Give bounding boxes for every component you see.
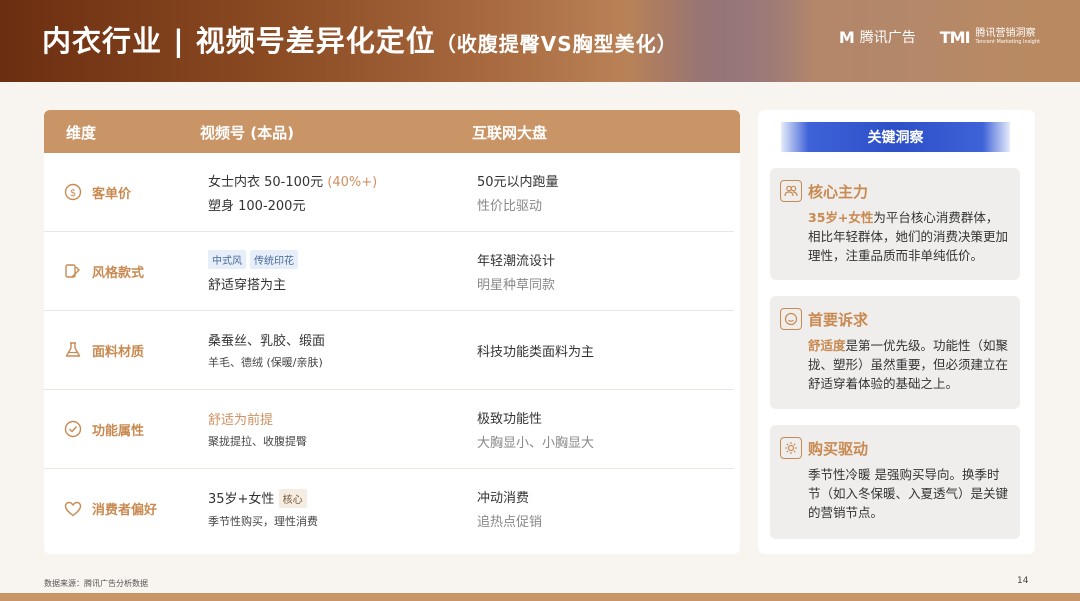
- internet-line2: 性价比驱动: [477, 198, 543, 214]
- tmi-logo-text: 腾讯营销洞察: [975, 28, 1036, 39]
- header-banner: 内衣行业 | 视频号差异化定位（收腹提臀VS胸型美化） M 腾讯广告 TMI 腾…: [0, 0, 1080, 82]
- svg-text:$: $: [70, 188, 76, 199]
- header-dimension: 维度: [66, 124, 97, 142]
- internet-line1: 极致功能性: [477, 411, 543, 427]
- channel-line1: 舒适为前提: [208, 413, 274, 428]
- tmi-logo: TMI 腾讯营销洞察 Tencent Marketing Insight: [940, 28, 1040, 47]
- dimension-label: 面料材质: [92, 344, 145, 360]
- tencent-ads-logo-mark: M: [838, 27, 855, 47]
- share-note: (40%+): [327, 174, 378, 190]
- check-circle-icon: [64, 420, 82, 438]
- internet-line1: 冲动消费: [477, 491, 530, 506]
- sun-icon: [780, 437, 802, 459]
- channel-line1: 35岁+女性: [208, 492, 275, 507]
- insight-text: 季节性冷暖 是强购买导向。换季时节（如入冬保暖、入夏透气）是关键的营销节点。: [808, 467, 1009, 520]
- style-tag: 中式风: [208, 250, 246, 269]
- tencent-ads-logo-text: 腾讯广告: [859, 30, 916, 46]
- dollar-icon: $: [64, 183, 82, 201]
- channel-line2: 季节性购买，理性消费: [208, 515, 318, 528]
- dimension-label: 功能属性: [92, 423, 145, 439]
- table-row: 风格款式 中式风 传统印花 舒适穿搭为主 年轻潮流设计 明星种草同款: [44, 232, 734, 311]
- insight-box-core: 核心主力 35岁+女性为平台核心消费群体，相比年轻群体，她们的消费决策更加理性，…: [770, 168, 1020, 280]
- dimension-label: 消费者偏好: [92, 503, 158, 518]
- internet-line2: 追热点促销: [477, 515, 543, 530]
- page-subtitle: （收腹提臀VS胸型美化）: [435, 32, 678, 56]
- insight-highlight: 35岁+女性: [808, 210, 874, 225]
- insight-box-priority: 首要诉求 舒适度是第一优先级。功能性（如聚拢、塑形）虽然重要，但必须建立在舒适穿…: [770, 296, 1020, 409]
- header-internet: 互联网大盘: [472, 124, 548, 142]
- internet-line2: 大胸显小、小胸显大: [477, 435, 595, 451]
- insight-highlight: 舒适度: [808, 338, 846, 353]
- users-icon: [780, 180, 802, 202]
- core-tag: 核心: [278, 489, 307, 508]
- table-row: 功能属性 舒适为前提 聚拢提拉、收腹提臀 极致功能性 大胸显小、小胸显大: [44, 390, 734, 469]
- tencent-ads-logo: M 腾讯广告: [839, 27, 916, 47]
- insights-title: 关键洞察: [781, 122, 1010, 152]
- bottom-bar: [0, 593, 1080, 601]
- comparison-table: 维度 视频号 (本品) 互联网大盘 $ 客单价 女士内衣 50-100元 (40…: [44, 110, 740, 554]
- insight-title: 首要诉求: [808, 310, 869, 329]
- table-header: 维度 视频号 (本品) 互联网大盘: [44, 110, 740, 153]
- page-title: 内衣行业 | 视频号差异化定位（收腹提臀VS胸型美化）: [42, 24, 678, 58]
- table-row: $ 客单价 女士内衣 50-100元 (40%+) 塑身 100-200元 50…: [44, 153, 734, 232]
- logos: M 腾讯广告 TMI 腾讯营销洞察 Tencent Marketing Insi…: [839, 27, 1040, 47]
- insights-panel: 关键洞察 核心主力 35岁+女性为平台核心消费群体，相比年轻群体，她们的消费决策…: [758, 110, 1035, 554]
- tmi-logo-mark: TMI: [939, 27, 971, 47]
- internet-line1: 50元以内跑量: [477, 174, 559, 190]
- dimension-label: 风格款式: [92, 265, 145, 281]
- table-row: 面料材质 桑蚕丝、乳胶、缎面 羊毛、德绒 (保暖/亲肤) 科技功能类面料为主: [44, 311, 734, 390]
- page-number: 14: [1017, 576, 1029, 586]
- header-channel: 视频号 (本品): [200, 124, 294, 142]
- table-row: 消费者偏好 35岁+女性 核心 季节性购买，理性消费 冲动消费 追热点促销: [44, 469, 734, 548]
- insight-title: 核心主力: [808, 182, 869, 201]
- smile-icon: [780, 308, 802, 330]
- data-source: 数据来源：腾讯广告分析数据: [44, 579, 148, 588]
- channel-line1: 女士内衣 50-100元: [208, 174, 328, 190]
- style-tag: 传统印花: [250, 250, 298, 269]
- tmi-logo-small: Tencent Marketing Insight: [975, 39, 1040, 45]
- channel-line1: 桑蚕丝、乳胶、缎面: [208, 334, 326, 349]
- style-icon: [64, 262, 82, 280]
- channel-line2: 羊毛、德绒 (保暖/亲肤): [208, 356, 323, 369]
- internet-line2: 明星种草同款: [477, 277, 556, 293]
- insight-title: 购买驱动: [808, 439, 869, 458]
- heart-icon: [64, 500, 82, 518]
- dimension-label: 客单价: [92, 186, 132, 202]
- channel-line2: 舒适穿搭为主: [208, 278, 287, 293]
- insight-box-driver: 购买驱动 季节性冷暖 是强购买导向。换季时节（如入冬保暖、入夏透气）是关键的营销…: [770, 425, 1020, 539]
- internet-line1: 科技功能类面料为主: [477, 344, 595, 360]
- channel-line2: 塑身 100-200元: [208, 198, 306, 214]
- flask-icon: [64, 341, 82, 359]
- internet-line1: 年轻潮流设计: [477, 253, 556, 269]
- channel-line2: 聚拢提拉、收腹提臀: [208, 435, 307, 448]
